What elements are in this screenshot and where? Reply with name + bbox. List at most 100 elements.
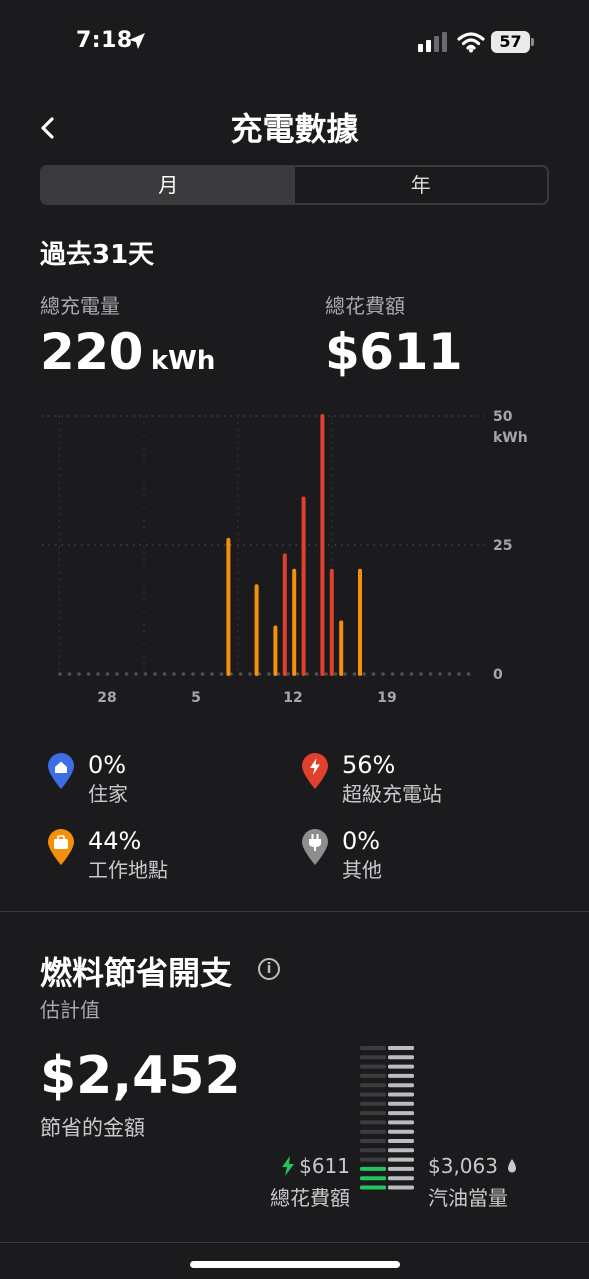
status-time: 7:18 [76, 28, 133, 53]
baseline-dot [409, 672, 414, 676]
cost-label: 總花費額 [325, 294, 405, 318]
baseline-dot [153, 672, 157, 676]
gauge-gas-segment [388, 1139, 414, 1143]
battery-icon: 57 [491, 31, 534, 53]
baseline-dot [115, 672, 119, 676]
energy-value: 220 [40, 323, 143, 381]
x-tick-label: 12 [283, 690, 302, 706]
supercharger-pct: 56% [342, 751, 396, 779]
baseline-dot [77, 672, 81, 676]
electric-cost-label: 總花費額 [270, 1186, 350, 1210]
home-indicator[interactable] [190, 1261, 400, 1268]
cost-comparison-gauge [360, 1046, 414, 1190]
baseline-dot [248, 672, 252, 676]
battery-level: 57 [491, 31, 530, 53]
gauge-electric-segment [360, 1092, 386, 1097]
baseline-dot [181, 672, 186, 676]
gauge-gas-segment [388, 1176, 414, 1181]
home-pin-icon [48, 753, 74, 789]
gauge-electric-segment [360, 1055, 386, 1060]
supercharger-name: 超級充電站 [342, 782, 442, 806]
period-segmented-control: 月 年 [40, 165, 549, 205]
gauge-electric-segment [360, 1083, 386, 1088]
fuel-drop-icon [507, 1159, 516, 1173]
gauge-gas-segment [388, 1148, 414, 1153]
gauge-gas-segment [388, 1157, 414, 1162]
gauge-electric-segment [360, 1185, 386, 1190]
gauge-electric-segment [360, 1148, 386, 1153]
legend-other: 0% 其他 [300, 826, 382, 884]
home-pct: 0% [88, 751, 127, 779]
electric-cost: $611 [299, 1154, 350, 1178]
charging-bar-chart: 28 5 12 19 0 25 50 kWh [42, 409, 528, 706]
wifi-icon [457, 32, 485, 53]
energy-unit: kWh [150, 346, 216, 376]
baseline-dot [466, 672, 471, 676]
baseline-dot [200, 672, 205, 676]
gauge-gas-segment [388, 1092, 414, 1097]
estimate-label: 估計值 [40, 998, 100, 1022]
energy-label: 總充電量 [40, 294, 120, 318]
location-arrow-icon [129, 33, 145, 49]
baseline-dot [352, 672, 357, 676]
gauge-electric-segment [360, 1176, 386, 1181]
saved-amount-label: 節省的金額 [40, 1116, 145, 1140]
baseline-dot [191, 672, 195, 676]
baseline-dot [267, 672, 271, 676]
info-icon[interactable]: i [258, 958, 280, 980]
baseline-dot [58, 672, 62, 676]
bottom-divider [0, 1242, 589, 1243]
gas-cost-block: $3,063 汽油當量 [428, 1154, 518, 1211]
work-pct: 44% [88, 827, 142, 855]
baseline-dot [371, 672, 376, 676]
baseline-dot [447, 672, 452, 676]
gauge-gas-segment [388, 1055, 414, 1060]
period-label: 過去31天 [40, 240, 155, 270]
gauge-gas-segment [388, 1046, 414, 1050]
gauge-electric-segment [360, 1111, 386, 1116]
briefcase-pin-icon [48, 829, 74, 865]
tab-year[interactable]: 年 [295, 167, 548, 203]
gauge-gas-segment [388, 1129, 414, 1134]
baseline-dot [210, 672, 214, 676]
baseline-dot [343, 672, 347, 676]
tab-month[interactable]: 月 [42, 167, 295, 203]
baseline-dot [457, 672, 461, 676]
baseline-dot [305, 672, 309, 676]
gauge-gas-segment [388, 1083, 414, 1088]
baseline-dot [124, 672, 129, 676]
work-name: 工作地點 [88, 858, 168, 882]
x-tick-label: 19 [377, 690, 396, 706]
baseline-dot [390, 672, 395, 676]
baseline-dot [428, 672, 433, 676]
baseline-dot [333, 672, 338, 676]
gauge-electric-segment [360, 1073, 386, 1078]
x-tick-label: 28 [97, 690, 116, 706]
saved-amount: $2,452 [40, 1046, 241, 1106]
gauge-electric-segment [360, 1139, 386, 1143]
fuel-savings-title: 燃料節省開支 [40, 954, 233, 992]
gauge-gas-segment [388, 1166, 414, 1171]
lightning-icon [282, 1156, 295, 1176]
baseline-dot [295, 672, 300, 676]
gauge-electric-segment [360, 1120, 386, 1125]
legend-home: 0% 住家 [46, 750, 128, 808]
baseline-dot [134, 672, 138, 676]
gauge-gas-segment [388, 1101, 414, 1106]
y-tick-label: 25 [493, 538, 512, 554]
gauge-gas-segment [388, 1120, 414, 1125]
gauge-electric-segment [360, 1064, 386, 1069]
gauge-gas-segment [388, 1064, 414, 1069]
gauge-electric-segment [360, 1129, 386, 1134]
gauge-electric-segment [360, 1101, 386, 1106]
gas-cost: $3,063 [428, 1154, 498, 1178]
cellular-signal-icon [418, 32, 447, 52]
baseline-dot [96, 672, 100, 676]
other-pct: 0% [342, 827, 381, 855]
y-unit-label: kWh [493, 430, 528, 446]
baseline-dot [143, 672, 148, 676]
baseline-dot [219, 672, 224, 676]
supercharger-pin-icon [302, 753, 328, 789]
baseline-dot [419, 672, 423, 676]
gauge-gas-segment [388, 1185, 414, 1190]
